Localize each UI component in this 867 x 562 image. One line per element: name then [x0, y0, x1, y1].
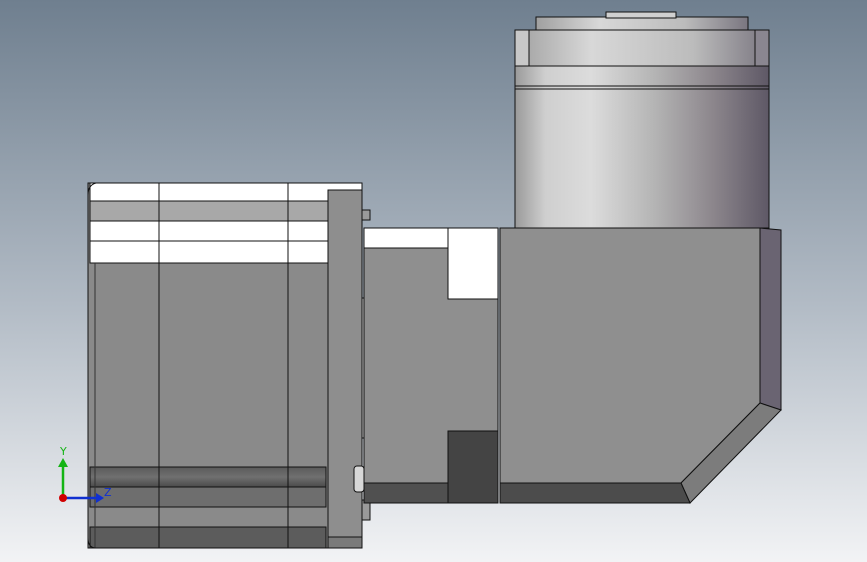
x-axis-marker [59, 494, 67, 502]
motor-body [87, 182, 363, 549]
model-view: Y Z [0, 0, 867, 562]
z-axis-label: Z [104, 486, 112, 499]
adapter-housing [363, 227, 499, 504]
cad-viewport[interactable]: Y Z [0, 0, 867, 562]
input-cylinder [514, 11, 770, 229]
y-axis-label: Y [59, 445, 67, 458]
